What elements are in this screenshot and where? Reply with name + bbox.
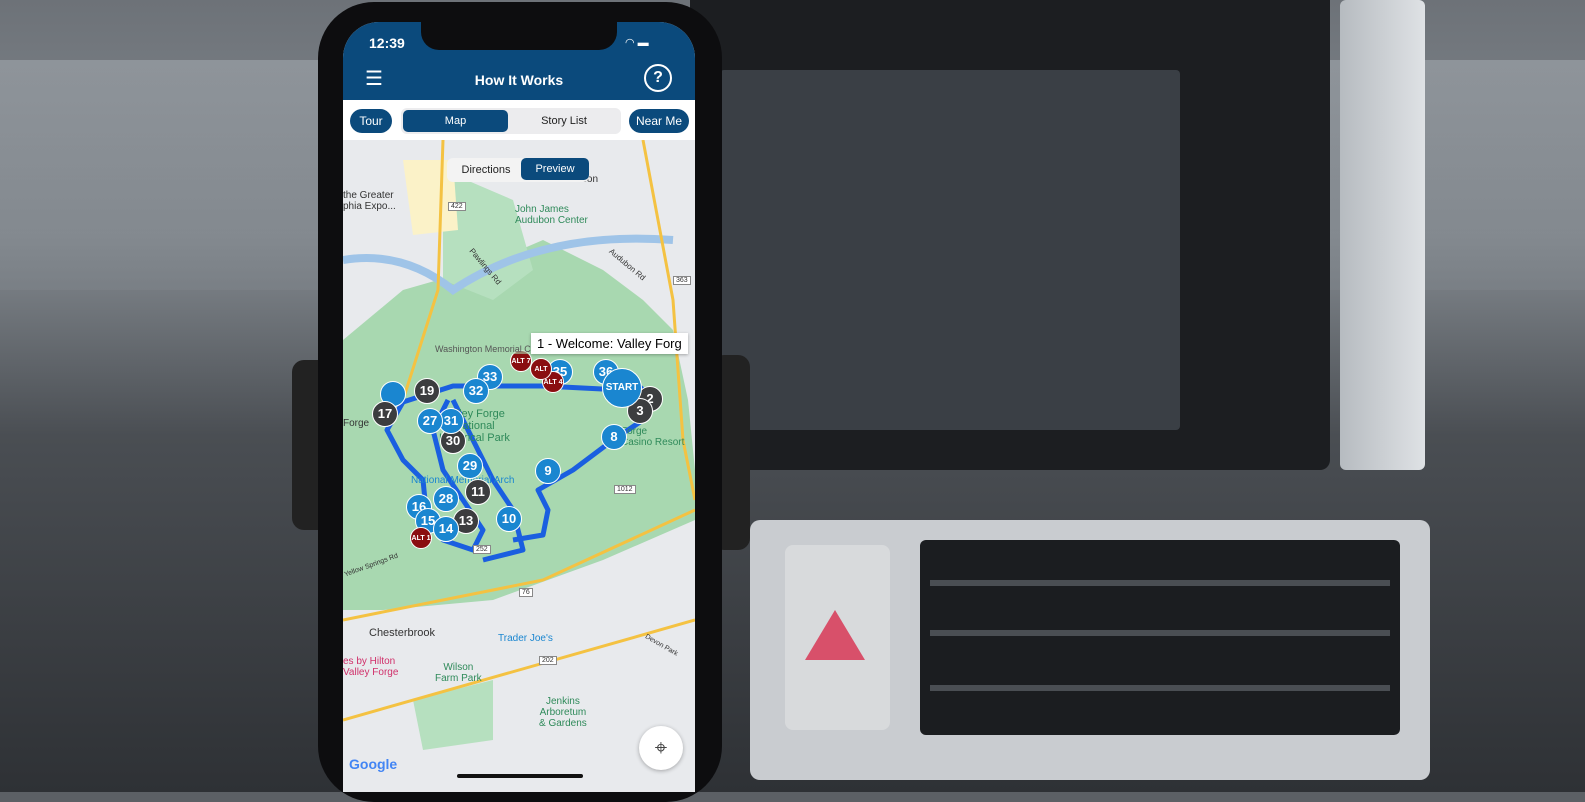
map-marker[interactable]: 17 <box>372 401 398 427</box>
map-label: Trader Joe's <box>498 633 553 644</box>
directions-button[interactable]: Directions <box>451 158 521 182</box>
crosshair-icon: ⌖ <box>654 735 668 760</box>
alt-marker[interactable]: ALT <box>530 358 552 380</box>
map-marker[interactable]: 19 <box>414 378 440 404</box>
tab-map[interactable]: Map <box>403 110 508 132</box>
page-title: How It Works <box>474 72 564 88</box>
route-shield: 76 <box>519 588 533 597</box>
air-vent <box>920 540 1400 735</box>
status-time: 12:39 <box>369 35 405 51</box>
route-shield: 252 <box>473 545 491 554</box>
my-location-button[interactable]: ⌖ <box>639 726 683 770</box>
map-canvas <box>343 139 695 750</box>
alt-marker[interactable]: ALT 1 <box>410 527 432 549</box>
map-label: es by Hilton Valley Forge <box>343 656 399 678</box>
map-label: Chesterbrook <box>369 627 436 639</box>
status-icons: ◠ ▬ <box>625 36 649 49</box>
map-marker[interactable]: 32 <box>463 378 489 404</box>
map-label: the Greater phia Expo... <box>343 190 396 212</box>
phone-screen: the Greater phia Expo... Audubon John Ja… <box>343 22 695 792</box>
map-marker[interactable]: 9 <box>535 458 561 484</box>
map-label: John James Audubon Center <box>515 204 588 226</box>
map-label: Jenkins Arboretum & Gardens <box>539 696 587 729</box>
route-shield: 363 <box>673 276 691 285</box>
tab-story-list[interactable]: Story List <box>508 110 620 132</box>
vent-slat <box>930 685 1390 691</box>
map[interactable] <box>343 139 695 792</box>
marker-callout[interactable]: 1 - Welcome: Valley Forg <box>531 333 688 354</box>
route-shield: 202 <box>539 656 557 665</box>
map-label: Forge Casino Resort <box>621 426 685 448</box>
route-shield: 1012 <box>614 485 636 494</box>
map-marker[interactable]: 11 <box>465 479 491 505</box>
park-area <box>413 680 493 750</box>
vent-slat <box>930 580 1390 586</box>
map-marker[interactable]: 28 <box>433 486 459 512</box>
near-me-button[interactable]: Near Me <box>629 109 689 133</box>
route-shield: 422 <box>448 202 466 211</box>
vent-slat <box>930 630 1390 636</box>
wifi-icon: ◠ <box>625 37 635 49</box>
start-marker[interactable]: START <box>602 368 642 408</box>
map-label: Forge <box>343 418 370 429</box>
google-logo: Google <box>349 756 398 772</box>
map-marker[interactable]: 8 <box>601 424 627 450</box>
map-marker[interactable]: 10 <box>496 506 522 532</box>
map-marker[interactable]: 29 <box>457 453 483 479</box>
hazard-icon <box>805 610 865 660</box>
dashboard-trim <box>1340 0 1425 470</box>
battery-icon: ▬ <box>637 37 649 49</box>
tour-button[interactable]: Tour <box>350 109 392 133</box>
help-icon[interactable]: ? <box>644 64 672 92</box>
map-label: Wilson Farm Park <box>435 662 482 684</box>
car-display <box>720 70 1180 430</box>
preview-button[interactable]: Preview <box>521 158 589 180</box>
phone-notch <box>421 22 617 50</box>
home-indicator <box>457 774 583 778</box>
map-marker[interactable]: 14 <box>433 516 459 542</box>
map-marker[interactable]: 27 <box>417 408 443 434</box>
